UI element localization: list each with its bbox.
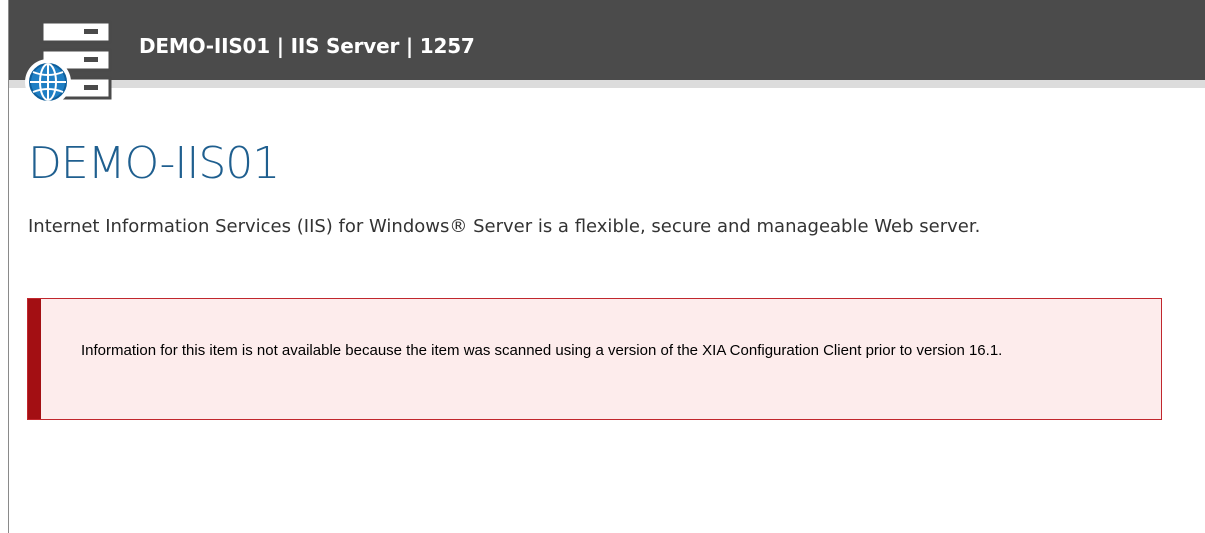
warning-alert: Information for this item is not availab… bbox=[27, 298, 1162, 420]
header-title: DEMO-IIS01 | IIS Server | 1257 bbox=[139, 34, 475, 58]
page-description: Internet Information Services (IIS) for … bbox=[28, 216, 981, 237]
header-underline bbox=[9, 80, 1205, 88]
alert-message: Information for this item is not availab… bbox=[81, 342, 1003, 359]
page: DEMO-IIS01 | IIS Server | 1257 DEMO-IIS0… bbox=[0, 0, 1205, 533]
alert-accent-bar bbox=[28, 299, 41, 419]
iis-server-globe-icon bbox=[24, 20, 114, 106]
page-title: DEMO-IIS01 bbox=[28, 138, 280, 189]
